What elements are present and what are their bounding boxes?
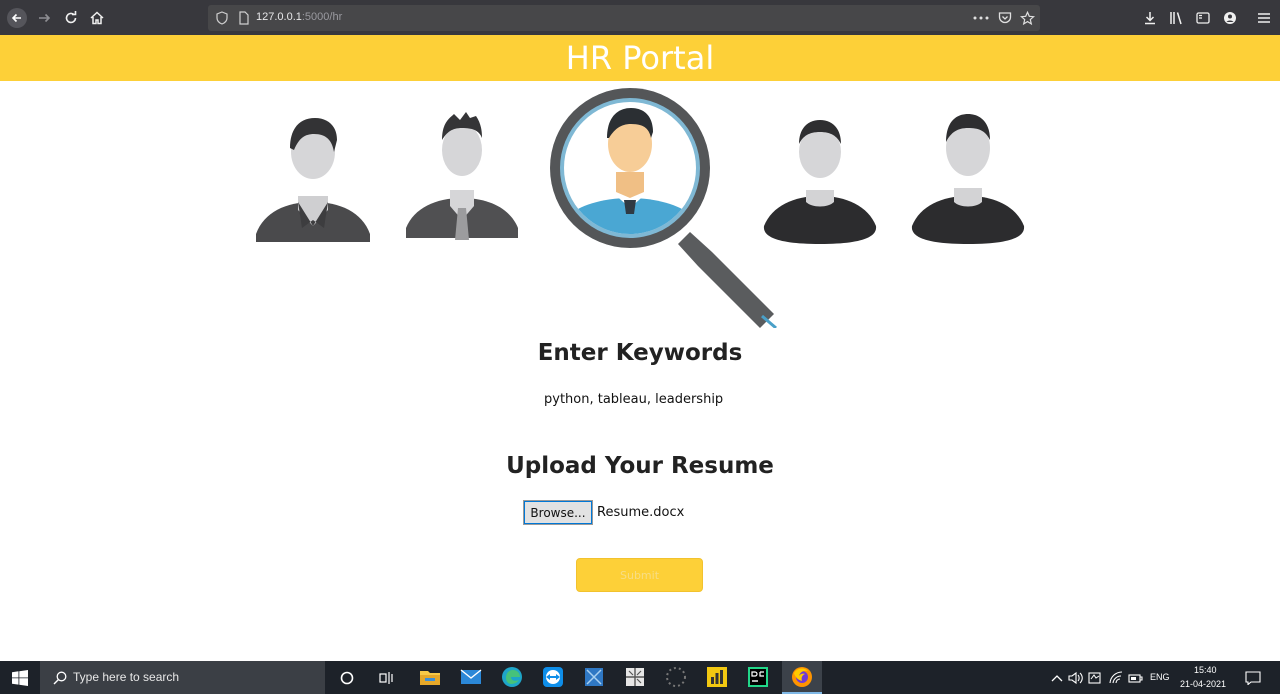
volume-icon[interactable]: [1066, 668, 1086, 688]
downloads-icon[interactable]: [1140, 8, 1160, 28]
windows-start-icon[interactable]: [10, 668, 30, 688]
windows-taskbar: Type here to search ENG 15:40 21-04-2021: [0, 661, 1280, 694]
taskbar-search[interactable]: Type here to search: [40, 661, 325, 694]
bookmark-star-icon[interactable]: [1017, 8, 1037, 28]
header-banner: HR Portal: [0, 35, 1280, 81]
url-host: 127.0.0.1: [256, 11, 302, 23]
person-silhouette-2: [406, 112, 518, 240]
notifications-icon[interactable]: [1243, 668, 1263, 688]
input-language[interactable]: ENG: [1150, 672, 1170, 682]
pycharm-icon[interactable]: [746, 665, 770, 689]
page-title: HR Portal: [565, 39, 715, 77]
back-icon[interactable]: [7, 8, 27, 28]
url-path: :5000/hr: [301, 11, 343, 23]
clock-time[interactable]: 15:40: [1194, 665, 1217, 675]
search-placeholder: Type here to search: [73, 670, 180, 684]
power-bi-icon[interactable]: [705, 665, 729, 689]
person-silhouette-1: [256, 118, 370, 242]
upload-heading: Upload Your Resume: [506, 453, 774, 479]
edge-browser-icon[interactable]: [500, 665, 524, 689]
firefox-taskbar-button[interactable]: [782, 661, 822, 694]
account-icon[interactable]: [1220, 8, 1240, 28]
search-icon: [50, 668, 70, 688]
submit-button[interactable]: Submit: [576, 558, 703, 592]
sidebar-icon[interactable]: [1193, 8, 1213, 28]
battery-icon[interactable]: [1086, 668, 1106, 688]
loading-spinner-icon: [664, 665, 688, 689]
keywords-heading: Enter Keywords: [537, 340, 743, 366]
wifi-icon[interactable]: [1106, 668, 1126, 688]
keywords-input[interactable]: python, tableau, leadership: [544, 392, 723, 407]
hero-illustration: [250, 86, 1040, 330]
app-icon-grid[interactable]: [623, 665, 647, 689]
tracking-shield-icon[interactable]: [212, 8, 232, 28]
app-icon-blue[interactable]: [582, 665, 606, 689]
cortana-icon[interactable]: [337, 668, 357, 688]
clock-date[interactable]: 21-04-2021: [1180, 679, 1226, 689]
show-hidden-icons-icon[interactable]: [1047, 668, 1067, 688]
power-plug-icon[interactable]: [1126, 668, 1146, 688]
mail-icon[interactable]: [459, 665, 483, 689]
forward-icon[interactable]: [34, 8, 54, 28]
browser-toolbar: 127.0.0.1:5000/hr: [0, 0, 1280, 35]
reload-icon[interactable]: [61, 8, 81, 28]
home-icon[interactable]: [87, 8, 107, 28]
address-bar[interactable]: 127.0.0.1:5000/hr: [208, 5, 1040, 31]
teamviewer-icon[interactable]: [541, 665, 565, 689]
url-text: 127.0.0.1:5000/hr: [256, 11, 342, 23]
pocket-icon[interactable]: [995, 8, 1015, 28]
page-info-icon[interactable]: [234, 8, 254, 28]
library-icon[interactable]: [1167, 8, 1187, 28]
menu-icon[interactable]: [1254, 8, 1274, 28]
task-view-icon[interactable]: [377, 668, 397, 688]
page-actions-icon[interactable]: [971, 8, 991, 28]
magnifier-illustration: [550, 88, 777, 330]
person-silhouette-4: [763, 120, 877, 244]
selected-file-name: Resume.docx: [597, 505, 685, 520]
file-explorer-icon[interactable]: [418, 665, 442, 689]
person-silhouette-5: [911, 114, 1025, 244]
browse-button[interactable]: Browse...: [523, 500, 593, 525]
